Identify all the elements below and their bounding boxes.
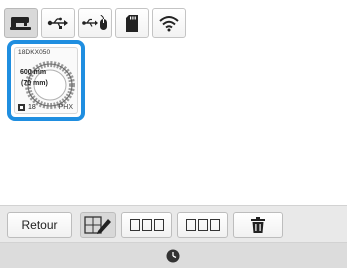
tab-sd-card[interactable] [115, 8, 149, 38]
edit-pattern-button[interactable] [80, 212, 116, 238]
wifi-icon [159, 15, 179, 31]
edit-pattern-icon [84, 216, 111, 234]
tab-wireless[interactable] [152, 8, 186, 38]
sewing-machine-icon [10, 17, 31, 30]
tab-usb[interactable] [41, 8, 75, 38]
pattern-code: 18DKX050 [18, 49, 51, 56]
sd-card-icon [126, 14, 138, 32]
thread-color-icon [18, 104, 25, 111]
back-button[interactable]: Retour [7, 212, 72, 238]
deselect-all-icon [185, 219, 220, 231]
tab-usb-mouse[interactable] [78, 8, 112, 38]
delete-button[interactable] [233, 212, 283, 238]
trash-icon [251, 217, 265, 233]
pattern-format: PHX [58, 104, 73, 111]
clock-icon [166, 249, 180, 263]
pattern-height: (70 mm) [21, 80, 48, 87]
pattern-width: 600 mm [20, 69, 47, 76]
pattern-preview: 18DKX050 600 mm (70 mm) 18 PHX [14, 47, 78, 114]
color-count: 18 [18, 104, 36, 111]
source-tab-bar [4, 8, 186, 38]
tab-machine-memory[interactable] [4, 8, 38, 38]
deselect-all-button[interactable] [177, 212, 228, 238]
color-count-value: 18 [28, 104, 36, 111]
pattern-thumbnail[interactable]: 18DKX050 600 mm (70 mm) 18 PHX [7, 40, 85, 121]
select-all-icon [129, 219, 164, 231]
bottom-toolbar: Retour [0, 205, 347, 243]
usb-icon [47, 17, 68, 29]
status-bar [0, 243, 347, 268]
select-all-button[interactable] [121, 212, 172, 238]
usb-mouse-icon [82, 15, 107, 30]
